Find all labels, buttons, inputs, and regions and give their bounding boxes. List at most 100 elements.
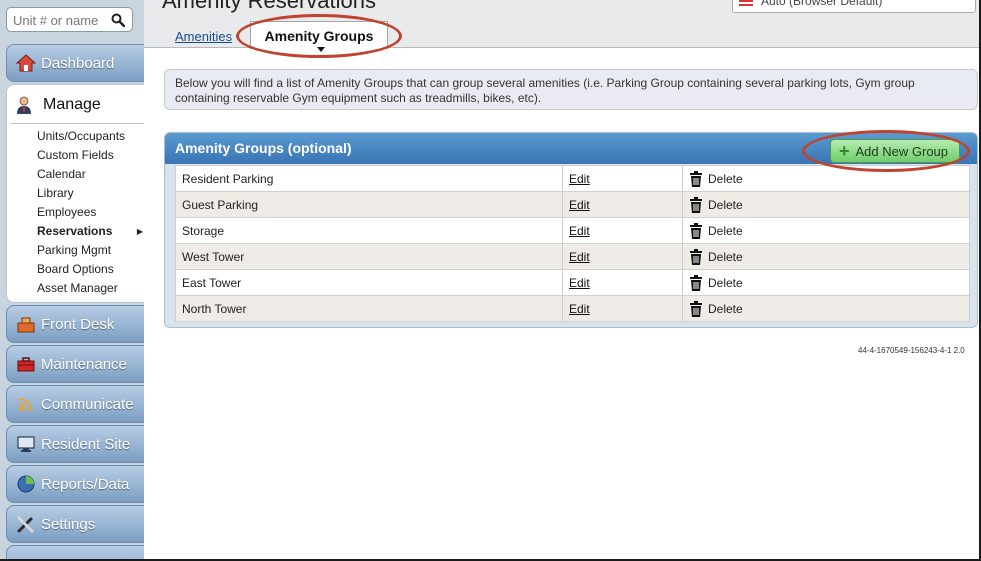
tab-amenities[interactable]: Amenities	[175, 29, 232, 44]
manage-submenu: Units/Occupants Custom Fields Calendar L…	[37, 127, 145, 298]
nav-resident-site[interactable]: Resident Site	[6, 425, 144, 463]
delete-cell: Delete	[682, 217, 970, 244]
table-row: Storage Edit Delete	[175, 217, 970, 244]
nav-reports-data[interactable]: Reports/Data	[6, 465, 144, 503]
submenu-calendar[interactable]: Calendar	[37, 165, 145, 184]
submenu-reservations[interactable]: Reservations	[37, 222, 145, 241]
delete-label: Delete	[708, 301, 743, 316]
group-name: West Tower	[175, 243, 563, 270]
edit-link[interactable]: Edit	[569, 224, 590, 238]
version-string: 44-4-1670549-156243-4-1 2.0	[858, 346, 965, 355]
add-new-group-button[interactable]: + Add New Group	[830, 139, 960, 163]
delete-button[interactable]: Delete	[689, 170, 963, 187]
table-row: Resident Parking Edit Delete	[175, 165, 970, 192]
nav-communicate-label: Communicate	[41, 395, 134, 413]
nav-manage[interactable]: Manage	[13, 91, 101, 119]
amenity-groups-table: Resident Parking Edit Delete Guest Parki…	[175, 165, 970, 322]
broadcast-icon	[15, 393, 37, 415]
delete-cell: Delete	[682, 165, 970, 192]
group-name: Resident Parking	[175, 165, 563, 192]
trash-icon	[689, 274, 703, 291]
group-name: Storage	[175, 217, 563, 244]
tab-amenity-groups[interactable]: Amenity Groups	[250, 21, 388, 52]
edit-link[interactable]: Edit	[569, 302, 590, 316]
info-box: Below you will find a list of Amenity Gr…	[164, 69, 978, 110]
submenu-units-occupants[interactable]: Units/Occupants	[37, 127, 145, 146]
nav-reports-data-label: Reports/Data	[41, 475, 130, 493]
front-desk-icon	[15, 313, 37, 335]
submenu-library[interactable]: Library	[37, 184, 145, 203]
search-icon[interactable]	[108, 10, 128, 30]
edit-link[interactable]: Edit	[569, 172, 590, 186]
plus-icon: +	[839, 141, 850, 161]
delete-cell: Delete	[682, 191, 970, 218]
delete-label: Delete	[708, 275, 743, 290]
trash-icon	[689, 300, 703, 317]
group-name: East Tower	[175, 269, 563, 296]
edit-cell: Edit	[562, 217, 683, 244]
delete-label: Delete	[708, 197, 743, 212]
app-window: Dashboard Manage Units/Occupants Custom …	[0, 0, 979, 559]
monitor-icon	[15, 433, 37, 455]
nav-resident-site-label: Resident Site	[41, 435, 131, 453]
submenu-custom-fields[interactable]: Custom Fields	[37, 146, 145, 165]
trash-icon	[689, 248, 703, 265]
edit-link[interactable]: Edit	[569, 198, 590, 212]
edit-cell: Edit	[562, 269, 683, 296]
language-select-value: Auto (Browser Default)	[761, 0, 883, 8]
trash-icon	[689, 196, 703, 213]
manage-divider	[11, 123, 144, 124]
toolbox-icon	[15, 353, 37, 375]
caret-down-icon	[317, 47, 325, 52]
nav-dashboard[interactable]: Dashboard	[6, 44, 144, 82]
edit-link[interactable]: Edit	[569, 276, 590, 290]
nav-settings-label: Settings	[41, 515, 96, 533]
submenu-asset-manager[interactable]: Asset Manager	[37, 279, 145, 298]
header-band: Amenity Reservations Auto (Browser Defau…	[144, 0, 979, 58]
nav-front-desk[interactable]: Front Desk	[6, 305, 144, 343]
nav-communicate[interactable]: Communicate	[6, 385, 144, 423]
edit-cell: Edit	[562, 295, 683, 322]
flag-icon	[739, 0, 753, 6]
table-row: West Tower Edit Delete	[175, 243, 970, 270]
delete-button[interactable]: Delete	[689, 248, 963, 265]
delete-button[interactable]: Delete	[689, 300, 963, 317]
edit-link[interactable]: Edit	[569, 250, 590, 264]
unit-search-input[interactable]	[13, 11, 109, 29]
tools-icon	[15, 513, 37, 535]
delete-label: Delete	[708, 223, 743, 238]
submenu-employees[interactable]: Employees	[37, 203, 145, 222]
amenity-groups-panel: Amenity Groups (optional) + Add New Grou…	[164, 132, 978, 328]
submenu-parking-mgmt[interactable]: Parking Mgmt	[37, 241, 145, 260]
language-select[interactable]: Auto (Browser Default)	[732, 0, 976, 13]
sidebar: Dashboard Manage Units/Occupants Custom …	[0, 0, 144, 559]
nav-more[interactable]	[6, 545, 144, 559]
nav-maintenance[interactable]: Maintenance	[6, 345, 144, 383]
page-title: Amenity Reservations	[162, 0, 376, 13]
delete-cell: Delete	[682, 295, 970, 322]
house-icon	[15, 52, 37, 74]
tab-amenity-groups-label: Amenity Groups	[264, 28, 374, 44]
delete-label: Delete	[708, 249, 743, 264]
delete-button[interactable]: Delete	[689, 274, 963, 291]
table-row: East Tower Edit Delete	[175, 269, 970, 296]
group-name: North Tower	[175, 295, 563, 322]
edit-cell: Edit	[562, 165, 683, 192]
unit-search-box	[6, 7, 133, 32]
pie-chart-icon	[15, 473, 37, 495]
nav-dashboard-label: Dashboard	[41, 54, 115, 72]
trash-icon	[689, 222, 703, 239]
delete-cell: Delete	[682, 269, 970, 296]
amenity-groups-title: Amenity Groups (optional)	[175, 140, 352, 156]
table-row: North Tower Edit Delete	[175, 295, 970, 322]
nav-settings[interactable]: Settings	[6, 505, 144, 543]
nav-front-desk-label: Front Desk	[41, 315, 115, 333]
nav-manage-label: Manage	[43, 96, 101, 113]
submenu-board-options[interactable]: Board Options	[37, 260, 145, 279]
delete-button[interactable]: Delete	[689, 196, 963, 213]
delete-button[interactable]: Delete	[689, 222, 963, 239]
edit-cell: Edit	[562, 191, 683, 218]
delete-cell: Delete	[682, 243, 970, 270]
edit-cell: Edit	[562, 243, 683, 270]
delete-label: Delete	[708, 171, 743, 186]
